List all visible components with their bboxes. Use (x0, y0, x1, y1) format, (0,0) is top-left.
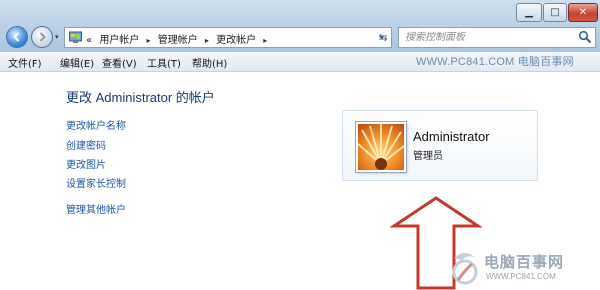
link-change-account-name[interactable]: 更改帐户名称 (66, 117, 126, 132)
link-create-password[interactable]: 创建密码 (66, 137, 106, 152)
user-name: Administrator (413, 129, 490, 144)
search-icon[interactable] (578, 30, 592, 44)
link-manage-other-accounts[interactable]: 管理其他帐户 (66, 201, 126, 216)
brand-logo: 电脑百事网 WWW.PC841.COM (448, 250, 598, 286)
menu-edit[interactable]: 编辑(E) (60, 55, 94, 70)
breadcrumb-item-user-accounts[interactable]: 用户帐户 (99, 35, 139, 46)
arrow-right-icon (39, 32, 46, 42)
brand-url: WWW.PC841.COM (486, 272, 556, 281)
menu-file[interactable]: 文件(F) (8, 55, 42, 70)
minimize-button[interactable]: ▁ (516, 3, 542, 22)
menu-tools[interactable]: 工具(T) (147, 55, 181, 70)
arrow-left-icon (13, 32, 20, 42)
flower-picture-icon (358, 124, 404, 170)
back-button[interactable] (6, 26, 28, 48)
breadcrumb-item-manage-accounts[interactable]: 管理帐户 (158, 35, 198, 46)
breadcrumb-separator-icon[interactable]: ▸ (147, 36, 151, 45)
close-icon: ✕ (578, 7, 588, 18)
menu-view[interactable]: 查看(V) (102, 55, 137, 70)
link-parental-controls[interactable]: 设置家长控制 (66, 175, 126, 190)
refresh-button[interactable]: ⇆ (374, 28, 392, 47)
user-role: 管理员 (413, 151, 443, 162)
search-box[interactable] (398, 27, 596, 48)
breadcrumb-separator-icon[interactable]: ▸ (205, 36, 209, 45)
search-input[interactable] (399, 28, 575, 47)
window-frame: ▁ □ ✕ ▾ « 用户帐户 ▸ 管理帐户 ▸ 更改帐户 ▸ ▾ ⇆ 搜索控制面… (0, 0, 600, 52)
link-change-picture[interactable]: 更改图片 (66, 156, 106, 171)
user-account-card: Administrator 管理员 (342, 110, 538, 181)
maximize-icon: □ (550, 7, 560, 18)
brand-name: 电脑百事网 (484, 253, 565, 271)
menu-help[interactable]: 帮助(H) (192, 55, 227, 70)
breadcrumb-overflow[interactable]: « (86, 35, 92, 46)
recent-pages-dropdown[interactable]: ▾ (55, 33, 59, 41)
minimize-icon: ▁ (525, 7, 533, 18)
address-bar[interactable]: « 用户帐户 ▸ 管理帐户 ▸ 更改帐户 ▸ ▾ (64, 27, 392, 48)
logo-icon (452, 253, 478, 285)
maximize-button[interactable]: □ (543, 3, 567, 22)
page-title: 更改 Administrator 的帐户 (66, 90, 215, 105)
breadcrumb-separator-icon[interactable]: ▸ (263, 36, 267, 45)
close-button[interactable]: ✕ (568, 3, 598, 22)
breadcrumb: « 用户帐户 ▸ 管理帐户 ▸ 更改帐户 ▸ (86, 31, 271, 46)
forward-button[interactable] (31, 26, 53, 48)
user-avatar (356, 122, 406, 172)
breadcrumb-item-change-account[interactable]: 更改帐户 (216, 35, 256, 46)
control-panel-icon (69, 31, 82, 43)
watermark-text: WWW.PC841.COM 电脑百事网 (416, 56, 574, 68)
